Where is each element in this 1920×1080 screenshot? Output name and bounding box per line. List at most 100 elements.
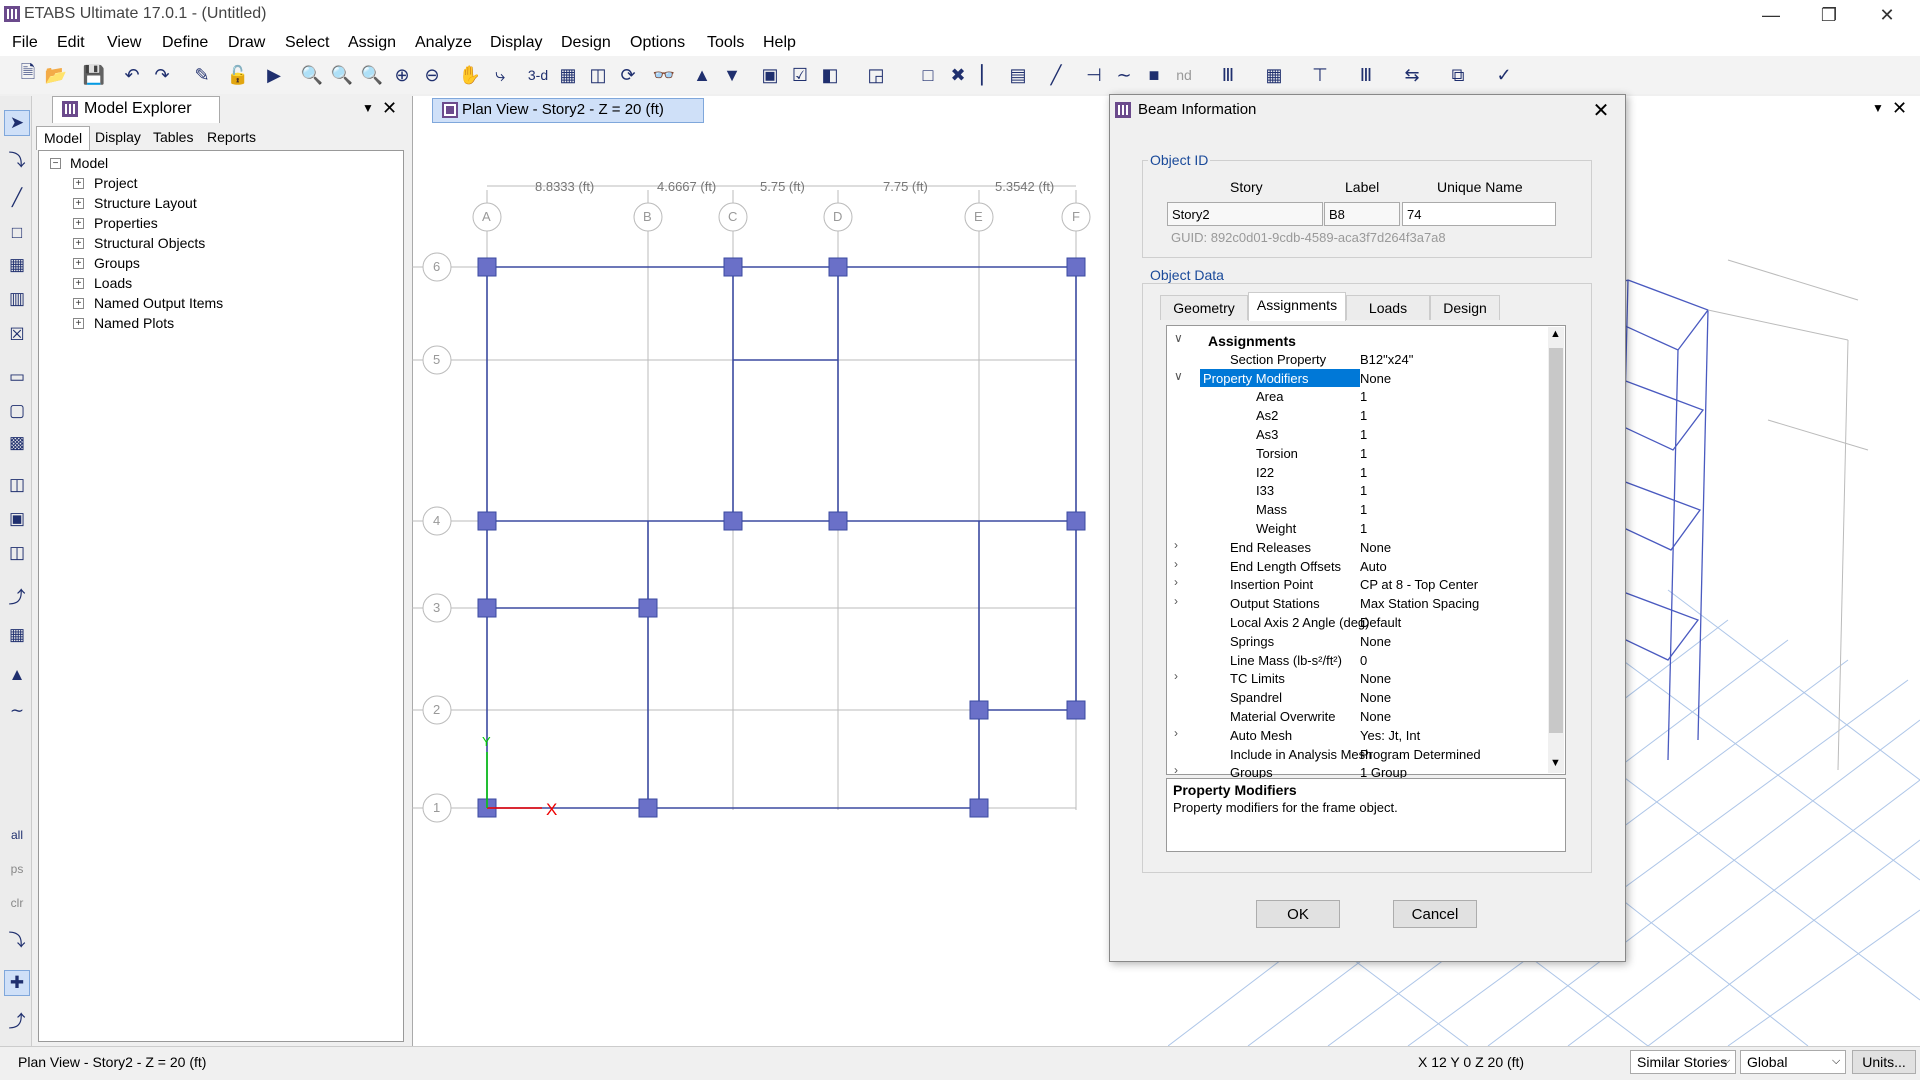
move-up-icon[interactable]: ▲ xyxy=(690,63,714,87)
scroll-up-icon[interactable]: ▲ xyxy=(1550,328,1561,340)
collapse-icon[interactable]: − xyxy=(50,158,61,169)
property-row[interactable]: Include in Analysis Mesh Program Determin… xyxy=(1168,745,1546,764)
section-i-icon[interactable]: Ⅲ xyxy=(1216,63,1240,87)
tree-root-model[interactable]: Model xyxy=(70,155,108,171)
explorer-dropdown-icon[interactable]: ▼ xyxy=(362,101,374,115)
menu-edit[interactable]: Edit xyxy=(57,34,85,52)
menu-options[interactable]: Options xyxy=(630,34,685,52)
extrude-icon[interactable]: ◲ xyxy=(864,63,888,87)
tab-model[interactable]: Model xyxy=(36,126,91,150)
select-area-icon[interactable]: ▣ xyxy=(4,506,30,532)
tree-item-loads[interactable]: Loads xyxy=(94,275,132,291)
tab-design[interactable]: Design xyxy=(1430,295,1500,320)
draw-dimension-icon[interactable]: ✓ xyxy=(1492,63,1516,87)
select-points-icon[interactable]: ◫ xyxy=(4,540,30,566)
tab-tables[interactable]: Tables xyxy=(146,126,200,150)
property-row[interactable]: Weight 1 xyxy=(1168,519,1546,538)
menu-display[interactable]: Display xyxy=(490,34,542,52)
select-window-icon[interactable]: □ xyxy=(4,220,30,246)
redo-icon[interactable]: ↷ xyxy=(150,63,174,87)
draw-quad-icon[interactable]: ▩ xyxy=(4,430,30,456)
scroll-down-icon[interactable]: ▼ xyxy=(1550,757,1561,769)
draw-line-icon[interactable]: ╱ xyxy=(4,185,30,211)
property-row[interactable]: Spandrel None xyxy=(1168,688,1546,707)
draw-floor-icon[interactable]: ▭ xyxy=(4,364,30,390)
expand-icon[interactable]: + xyxy=(73,318,84,329)
clear-selection-button[interactable]: clr xyxy=(4,890,30,916)
expand-icon[interactable]: + xyxy=(73,298,84,309)
property-row[interactable]: Mass 1 xyxy=(1168,500,1546,519)
expand-arrow-icon[interactable]: › xyxy=(1174,538,1178,552)
menu-help[interactable]: Help xyxy=(763,34,796,52)
property-row[interactable]: Torsion 1 xyxy=(1168,444,1546,463)
plan-view-icon[interactable]: ▦ xyxy=(556,63,580,87)
collapse-arrow-icon[interactable]: ∨ xyxy=(1174,331,1183,345)
zoom-window-icon[interactable]: 🔍 xyxy=(300,63,324,87)
section-h-icon[interactable]: Ⅲ xyxy=(1354,63,1378,87)
reshape-icon[interactable]: ⤵ xyxy=(4,145,30,171)
draw-link-icon[interactable]: ⊣ xyxy=(1082,63,1106,87)
save-icon[interactable]: 💾 xyxy=(82,63,106,87)
zoom-in-icon[interactable]: ⊕ xyxy=(390,63,414,87)
table-icon[interactable]: ▦ xyxy=(4,622,30,648)
property-row[interactable]: › End Length Offsets Auto xyxy=(1168,557,1546,576)
expand-icon[interactable]: + xyxy=(73,278,84,289)
property-row[interactable]: › TC Limits None xyxy=(1168,669,1546,688)
units-button[interactable]: Units... xyxy=(1852,1050,1916,1074)
snap-icon[interactable]: ⤵ xyxy=(4,925,30,951)
property-row[interactable]: Local Axis 2 Angle (deg) Default xyxy=(1168,613,1546,632)
tab-assignments[interactable]: Assignments xyxy=(1248,292,1346,321)
cancel-button[interactable]: Cancel xyxy=(1393,900,1477,928)
expand-icon[interactable]: + xyxy=(73,198,84,209)
property-row[interactable]: › End Releases None xyxy=(1168,538,1546,557)
coordinate-system-select[interactable]: Global xyxy=(1740,1050,1846,1074)
scrollbar-thumb[interactable] xyxy=(1549,348,1563,733)
draw-area-icon[interactable]: ■ xyxy=(1142,63,1166,87)
zoom-default-icon[interactable]: 🔍 xyxy=(360,63,384,87)
view-3d-button[interactable]: 3-d xyxy=(522,63,554,87)
check-model-icon[interactable]: ☑ xyxy=(788,63,812,87)
property-row[interactable]: Material Overwrite None xyxy=(1168,707,1546,726)
draw-rect-icon[interactable]: ▢ xyxy=(4,398,30,424)
unique-name-field[interactable]: 74 xyxy=(1402,202,1556,226)
menu-assign[interactable]: Assign xyxy=(348,34,396,52)
property-row[interactable]: I33 1 xyxy=(1168,481,1546,500)
pencil-icon[interactable]: ✎ xyxy=(190,63,214,87)
perspective-icon[interactable]: 👓 xyxy=(652,63,676,87)
property-row[interactable]: › Output Stations Max Station Spacing xyxy=(1168,594,1546,613)
tree-item-groups[interactable]: Groups xyxy=(94,255,140,271)
move-down-icon[interactable]: ▼ xyxy=(720,63,744,87)
ok-button[interactable]: OK xyxy=(1256,900,1340,928)
open-file-icon[interactable]: 📂 xyxy=(44,63,68,87)
explorer-close-icon[interactable]: ✕ xyxy=(382,98,397,119)
collapse-arrow-icon[interactable]: ∨ xyxy=(1174,369,1183,383)
run-analysis-icon[interactable]: ▶ xyxy=(262,63,286,87)
snap-options-icon[interactable]: ✚ xyxy=(4,970,30,996)
property-row[interactable]: › Auto Mesh Yes: Jt, Int xyxy=(1168,726,1546,745)
expand-icon[interactable]: + xyxy=(73,238,84,249)
elevation-view-icon[interactable]: ◫ xyxy=(586,63,610,87)
pointer-icon[interactable]: ➤ xyxy=(4,110,30,136)
similar-stories-select[interactable]: Similar Stories xyxy=(1630,1050,1736,1074)
draw-brace-tool-icon[interactable]: ⤴ xyxy=(4,582,30,608)
property-row[interactable]: I22 1 xyxy=(1168,463,1546,482)
dialog-close-icon[interactable]: ✕ xyxy=(1586,96,1616,124)
property-row[interactable]: Springs None xyxy=(1168,632,1546,651)
intersecting-line-icon[interactable]: ☒ xyxy=(4,322,30,348)
section-box-icon[interactable]: ▦ xyxy=(1262,63,1286,87)
draw-wall-icon[interactable]: ▤ xyxy=(1006,63,1030,87)
tree-item-named-output-items[interactable]: Named Output Items xyxy=(94,295,223,311)
lock-icon[interactable]: 🔓 xyxy=(226,63,250,87)
draw-opening-icon[interactable]: ◫ xyxy=(4,472,30,498)
property-row[interactable]: ∨ Assignments xyxy=(1168,331,1546,350)
menu-view[interactable]: View xyxy=(107,34,141,52)
select-grid-icon[interactable]: ▦ xyxy=(4,252,30,278)
expand-arrow-icon[interactable]: › xyxy=(1174,669,1178,683)
menu-tools[interactable]: Tools xyxy=(707,34,744,52)
menu-file[interactable]: File xyxy=(12,34,38,52)
rubber-band-icon[interactable]: ⤷ xyxy=(488,63,512,87)
draw-wave-icon[interactable]: ∼ xyxy=(4,698,30,724)
section-t-icon[interactable]: ⊤ xyxy=(1308,63,1332,87)
expand-arrow-icon[interactable]: › xyxy=(1174,763,1178,777)
expand-arrow-icon[interactable]: › xyxy=(1174,575,1178,589)
